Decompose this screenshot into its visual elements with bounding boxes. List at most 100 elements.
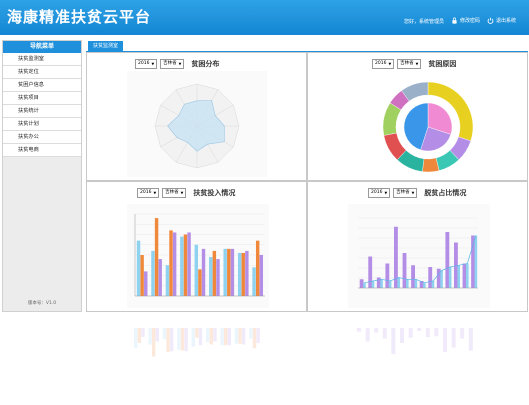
bar [194, 244, 199, 296]
tab-monitor[interactable]: 扶贫监测室 [88, 41, 124, 51]
bar [140, 255, 144, 296]
reflection-bar [374, 328, 379, 333]
sidebar-item-plans[interactable]: 扶贫计划 [3, 118, 81, 131]
change-password-button[interactable]: 修改密码 [451, 17, 480, 24]
bar [245, 250, 249, 296]
reflection-bar [425, 328, 430, 337]
region-value: 吉林省 [396, 190, 410, 195]
reflection-bar [451, 328, 456, 348]
bar [154, 218, 159, 296]
reflection-bar [434, 328, 439, 337]
reflection-bar [224, 328, 228, 346]
bar [363, 282, 366, 288]
power-icon [487, 17, 494, 24]
reflection-bar [417, 328, 422, 331]
reflection-bar [152, 328, 156, 357]
reflection-bar [177, 328, 181, 350]
bar [255, 240, 260, 296]
panel-poverty-distribution: 2016 ▼ 吉林省 ▼ 贫困分布 [86, 52, 307, 181]
reflection-bar [460, 328, 465, 339]
reflection-bar [162, 328, 167, 340]
sidebar-item-office[interactable]: 扶贫办公 [3, 131, 81, 144]
logout-label: 退出系统 [496, 18, 517, 24]
change-password-label: 修改密码 [460, 18, 481, 24]
bar [209, 257, 213, 296]
year-select[interactable]: 2016 ▼ [372, 59, 395, 69]
year-select[interactable]: 2016 ▼ [135, 59, 158, 69]
reflection-bar [195, 328, 199, 338]
bar [230, 248, 235, 296]
bar [212, 250, 217, 296]
region-select[interactable]: 吉林省 ▼ [160, 59, 185, 69]
bar [414, 279, 418, 288]
sidebar-item-ecommerce[interactable]: 扶贫电商 [3, 144, 81, 157]
year-select[interactable]: 2016 ▼ [368, 188, 391, 198]
bar [187, 232, 191, 296]
chevron-down-icon: ▼ [411, 191, 415, 195]
reflection-bar [468, 328, 473, 351]
bar [380, 279, 383, 288]
investment-bar-chart [127, 204, 269, 308]
bar [259, 255, 264, 296]
bar [436, 268, 441, 288]
reflection-bar [227, 328, 231, 346]
panel-investment: 2016 ▼ 吉林省 ▼ 扶贫投入情况 [86, 181, 307, 312]
reflection-bar [148, 328, 152, 345]
chevron-down-icon: ▼ [415, 62, 419, 66]
region-value: 吉林省 [163, 61, 177, 66]
bar [406, 279, 409, 288]
bar [474, 235, 478, 288]
bar [411, 265, 415, 288]
sidebar-item-monitor[interactable]: 扶贫监测室 [3, 53, 81, 66]
sidebar-item-location[interactable]: 扶贫定位 [3, 66, 81, 79]
panel-title: 扶贫投入情况 [193, 189, 236, 197]
reflection-bar [206, 328, 210, 343]
region-select[interactable]: 吉林省 ▼ [162, 188, 187, 198]
sidebar-heading: 导航菜单 [3, 41, 81, 53]
bar [376, 277, 381, 288]
bar [151, 250, 155, 296]
reflection-bar [166, 328, 170, 352]
bar [431, 281, 435, 288]
reflection-bar [357, 328, 361, 332]
panel-exit-ratio: 2016 ▼ 吉林省 ▼ 脱贫占比情况 [307, 181, 528, 312]
panel-title: 贫困分布 [191, 60, 220, 68]
panel-reflection [86, 326, 528, 366]
sidebar-item-projects[interactable]: 扶贫项目 [3, 92, 81, 105]
reflection-bar [134, 328, 138, 349]
bar [223, 248, 227, 296]
bar [371, 281, 375, 288]
year-value: 2016 [138, 61, 150, 66]
region-value: 吉林省 [400, 61, 414, 66]
reflection-bar [443, 328, 447, 352]
donut-chart [382, 81, 474, 173]
year-value: 2016 [371, 190, 383, 195]
panel-title: 脱贫占比情况 [424, 189, 467, 197]
bar [359, 279, 364, 288]
reflection-bar [220, 328, 224, 346]
year-select[interactable]: 2016 ▼ [137, 188, 160, 198]
region-select[interactable]: 吉林省 ▼ [393, 188, 418, 198]
year-value: 2016 [375, 61, 387, 66]
reflection-bar [191, 328, 195, 347]
region-select[interactable]: 吉林省 ▼ [397, 59, 422, 69]
reflection-bar [184, 328, 188, 352]
sidebar-item-statistics[interactable]: 扶贫统计 [3, 105, 81, 118]
bar [397, 277, 400, 288]
bar [252, 267, 256, 296]
bar [388, 281, 392, 288]
bar [385, 263, 390, 288]
reflection-bar [249, 328, 253, 339]
bar [448, 267, 452, 288]
reflection-bar [170, 328, 174, 352]
bar [457, 265, 460, 288]
app-title: 海康精准扶贫云平台 [7, 8, 152, 26]
chevron-down-icon: ▼ [178, 62, 182, 66]
reflection-graphic [134, 328, 473, 357]
bar [165, 265, 170, 296]
logout-button[interactable]: 退出系统 [487, 17, 516, 24]
lock-icon [452, 17, 457, 24]
sidebar-item-households[interactable]: 贫困户信息 [3, 79, 81, 92]
bar [440, 270, 443, 288]
reflection-bar [234, 328, 239, 344]
